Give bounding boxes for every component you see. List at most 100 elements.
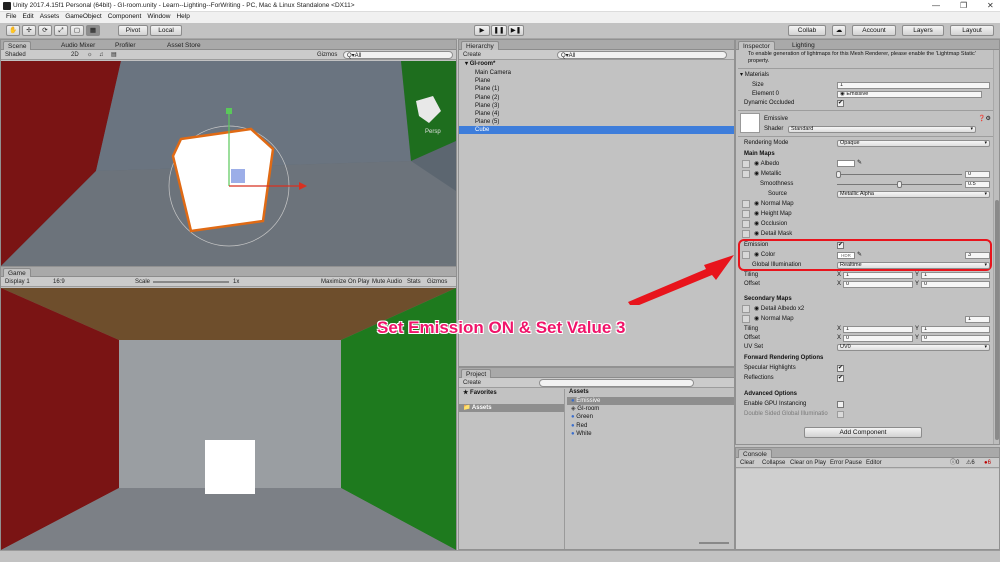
cloud-icon[interactable]: ☁	[832, 25, 846, 36]
tab-profiler[interactable]: Profiler	[111, 41, 140, 50]
secondary-tiling-x-field[interactable]: 1	[843, 326, 913, 333]
project-asset-item[interactable]: ● Emissive	[567, 397, 734, 405]
source-dropdown[interactable]: Metallic Alpha	[837, 191, 990, 198]
dynamic-occluded-checkbox[interactable]	[837, 99, 844, 107]
help-icon[interactable]: ❓⚙	[978, 115, 991, 123]
tiling-x-field[interactable]: 1	[843, 272, 913, 279]
info-count[interactable]: ⓘ0	[950, 459, 959, 467]
offset-x-field[interactable]: 0	[843, 281, 913, 288]
element0-field[interactable]: ◉ Emissive	[837, 91, 982, 98]
hierarchy-item[interactable]: Plane (5)	[459, 118, 734, 126]
pause-button[interactable]: ❚❚	[491, 25, 507, 36]
eyedropper-icon[interactable]: ✎	[857, 159, 862, 167]
pivot-button[interactable]: Pivot	[118, 25, 148, 36]
secondary-normal-map-slot[interactable]	[742, 315, 750, 323]
offset-y-field[interactable]: 0	[921, 281, 990, 288]
normal-map-slot[interactable]	[742, 200, 750, 208]
metallic-texture-slot[interactable]	[742, 170, 750, 178]
audio-toggle-icon[interactable]: ♫	[99, 51, 104, 59]
warning-count[interactable]: ⚠6	[966, 459, 975, 467]
rendering-mode-dropdown[interactable]: Opaque	[837, 140, 990, 147]
emission-texture-slot[interactable]	[742, 251, 750, 259]
play-button[interactable]: ▶	[474, 25, 490, 36]
smoothness-slider-thumb[interactable]	[897, 181, 902, 188]
rotate-tool-button[interactable]: ⟳	[38, 25, 52, 36]
height-map-slot[interactable]	[742, 210, 750, 218]
error-count[interactable]: ●6	[984, 459, 991, 467]
inspector-scroll-thumb[interactable]	[995, 200, 999, 440]
display-dropdown[interactable]: Display 1	[5, 278, 30, 286]
stats-toggle[interactable]: Stats	[407, 278, 421, 286]
project-asset-item[interactable]: ● Green	[567, 413, 734, 421]
hierarchy-item[interactable]: Plane	[459, 77, 734, 85]
reflections-checkbox[interactable]	[837, 374, 844, 382]
menu-edit[interactable]: Edit	[22, 13, 33, 20]
hierarchy-create-dropdown[interactable]: Create	[463, 51, 481, 59]
shader-dropdown[interactable]: Standard	[788, 126, 976, 133]
rect-tool-button[interactable]: ▢	[70, 25, 84, 36]
scene-viewport[interactable]: Persp	[1, 61, 456, 266]
global-illumination-dropdown[interactable]: Realtime	[837, 262, 990, 269]
tab-scene[interactable]: Scene	[3, 41, 32, 50]
close-button[interactable]: ✕	[987, 1, 994, 10]
mute-audio-toggle[interactable]: Mute Audio	[372, 278, 402, 286]
hierarchy-item[interactable]: Cube	[459, 126, 734, 135]
emission-eyedropper-icon[interactable]: ✎	[857, 251, 862, 259]
tab-lighting[interactable]: Lighting	[788, 41, 819, 50]
menu-component[interactable]: Component	[108, 13, 142, 20]
metallic-field[interactable]: 0	[965, 171, 990, 178]
albedo-color-swatch[interactable]	[837, 160, 855, 167]
scene-root-item[interactable]: ▾ GI-room*	[459, 60, 734, 68]
project-asset-item[interactable]: ● White	[567, 430, 734, 438]
console-editor-dropdown[interactable]: Editor	[866, 459, 882, 467]
specular-highlights-checkbox[interactable]	[837, 364, 844, 372]
secondary-tiling-y-field[interactable]: 1	[921, 326, 990, 333]
menu-help[interactable]: Help	[176, 13, 189, 20]
effects-toggle-icon[interactable]: ▤	[111, 51, 117, 59]
transform-tool-button[interactable]: ▦	[86, 25, 100, 36]
console-error-pause-button[interactable]: Error Pause	[830, 459, 862, 467]
tab-audio-mixer[interactable]: Audio Mixer	[57, 41, 99, 50]
minimize-button[interactable]: —	[932, 1, 940, 10]
hierarchy-item[interactable]: Main Camera	[459, 69, 734, 77]
shading-dropdown[interactable]: Shaded	[5, 51, 26, 59]
hand-tool-button[interactable]: ✋	[6, 25, 20, 36]
hierarchy-item[interactable]: Plane (4)	[459, 110, 734, 118]
menu-file[interactable]: File	[6, 13, 16, 20]
layout-button[interactable]: Layout	[950, 25, 994, 36]
metallic-slider-thumb[interactable]	[836, 171, 841, 178]
gpu-instancing-checkbox[interactable]	[837, 401, 844, 408]
add-component-button[interactable]: Add Component	[804, 427, 922, 438]
collab-button[interactable]: Collab	[788, 25, 826, 36]
menu-gameobject[interactable]: GameObject	[65, 13, 102, 20]
menu-assets[interactable]: Assets	[40, 13, 60, 20]
hierarchy-item[interactable]: Plane (2)	[459, 94, 734, 102]
hierarchy-item[interactable]: Plane (3)	[459, 102, 734, 110]
lighting-toggle-icon[interactable]: ☼	[87, 51, 93, 59]
scale-slider[interactable]	[153, 281, 229, 283]
tab-hierarchy[interactable]: Hierarchy	[461, 41, 499, 50]
secondary-normal-scale-field[interactable]: 1	[965, 316, 990, 323]
project-search-input[interactable]	[539, 379, 694, 387]
project-asset-item[interactable]: ◈ GI-room	[567, 405, 734, 413]
scene-search-input[interactable]: Q▾All	[343, 51, 453, 59]
emission-checkbox[interactable]	[837, 241, 844, 249]
albedo-texture-slot[interactable]	[742, 160, 750, 168]
scale-tool-button[interactable]: ⤢	[54, 25, 68, 36]
emission-intensity-field[interactable]: 3	[965, 252, 990, 259]
local-button[interactable]: Local	[150, 25, 182, 36]
tab-console[interactable]: Console	[738, 449, 772, 458]
project-asset-item[interactable]: ● Red	[567, 422, 734, 430]
detail-mask-slot[interactable]	[742, 230, 750, 238]
game-gizmos-dropdown[interactable]: Gizmos	[427, 278, 447, 286]
tab-inspector[interactable]: Inspector	[738, 41, 775, 50]
project-create-dropdown[interactable]: Create	[463, 379, 481, 387]
layers-button[interactable]: Layers	[902, 25, 944, 36]
uv-set-dropdown[interactable]: UV0	[837, 344, 990, 351]
gizmos-dropdown[interactable]: Gizmos	[317, 51, 337, 59]
hdr-color-swatch[interactable]: HDR	[837, 252, 855, 259]
menu-window[interactable]: Window	[147, 13, 170, 20]
console-clear-button[interactable]: Clear	[740, 459, 754, 467]
icon-size-slider[interactable]	[699, 542, 729, 544]
hierarchy-search-input[interactable]: Q▾All	[557, 51, 727, 59]
